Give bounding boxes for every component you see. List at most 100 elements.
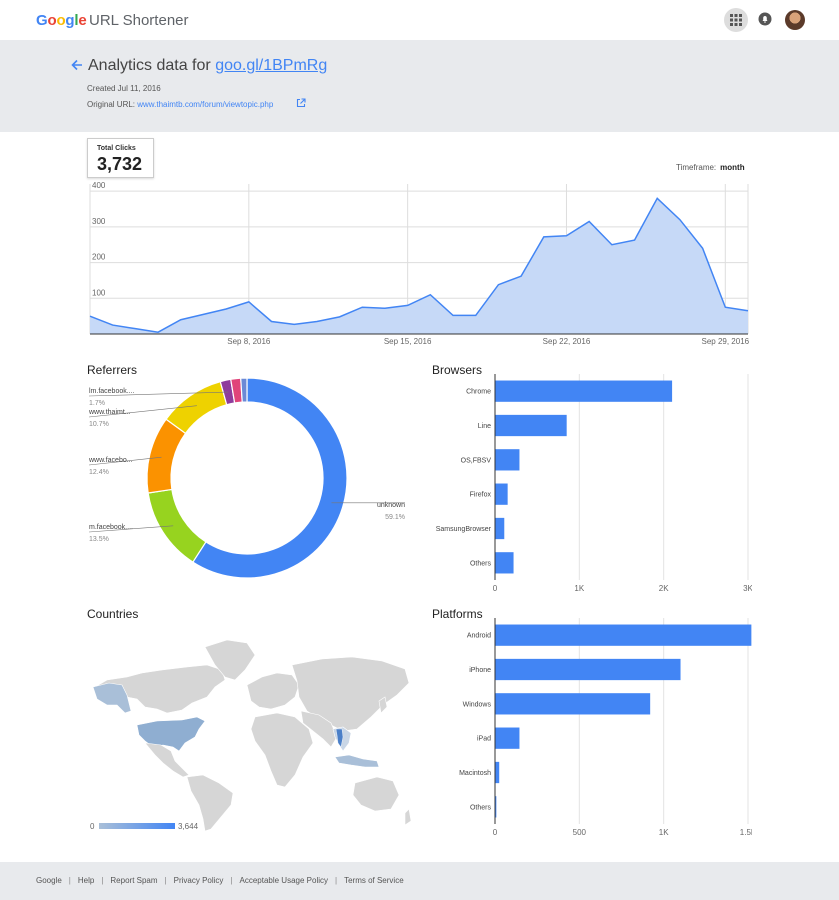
category-label: iPad [477, 736, 491, 743]
x-tick-label: 2K [659, 584, 669, 593]
bar [495, 693, 651, 715]
footer-separator: | [164, 876, 167, 885]
map-indonesia [334, 754, 380, 768]
footer-link[interactable]: Acceptable Usage Policy [240, 876, 329, 885]
timeframe-selector[interactable]: Timeframe: month [676, 163, 745, 172]
back-arrow-icon[interactable] [70, 58, 84, 72]
map-new-zealand [404, 808, 412, 826]
short-url-link[interactable]: goo.gl/1BPmRg [215, 57, 327, 74]
footer-separator: | [101, 876, 104, 885]
footer-links: Google | Help | Report Spam | Privacy Policy | A… [36, 876, 404, 885]
slice-label: m.facebook.... [89, 524, 133, 531]
x-tick-label: Sep 22, 2016 [543, 337, 591, 346]
category-label: Chrome [466, 389, 491, 396]
x-tick-label: 1.5K [740, 828, 752, 837]
original-url-link[interactable]: www.thaimtb.com/forum/viewtopic.php [137, 100, 273, 109]
original-url-label: Original URL: [87, 100, 136, 109]
referrers-title: Referrers [87, 363, 138, 377]
open-external-icon[interactable] [296, 98, 306, 108]
bar [495, 380, 673, 402]
footer-link[interactable]: Terms of Service [344, 876, 404, 885]
google-logo[interactable]: Google [36, 12, 87, 29]
map-mexico-central [144, 742, 190, 778]
category-label: Android [467, 633, 491, 640]
logo-letter: o [56, 12, 66, 29]
x-tick-label: Sep 15, 2016 [384, 337, 432, 346]
donut-slice [147, 488, 207, 563]
apps-grid-icon [730, 14, 742, 26]
page-title: Analytics data for goo.gl/1BPmRg [88, 57, 327, 75]
app-bar: Google URL Shortener [0, 0, 839, 40]
bar [495, 517, 505, 540]
category-label: Macintosh [459, 770, 491, 777]
footer-link[interactable]: Report Spam [110, 876, 157, 885]
slice-pct: 12.4% [89, 469, 109, 476]
bar [495, 414, 567, 437]
map-europe [246, 672, 300, 710]
bar [495, 449, 520, 471]
category-label: Line [478, 423, 491, 430]
slice-label: unknown [377, 502, 405, 509]
total-clicks-card: Total Clicks 3,732 [87, 138, 154, 178]
y-tick-label: 400 [92, 182, 106, 190]
slice-pct: 59.1% [385, 514, 405, 521]
bar [495, 552, 514, 574]
y-tick-label: 300 [92, 217, 106, 226]
timeframe-label: Timeframe: [676, 163, 717, 172]
slice-pct: 10.7% [89, 421, 109, 428]
countries-map[interactable]: 0 3,644 [87, 625, 417, 835]
footer-separator: | [335, 876, 338, 885]
donut-slice [240, 378, 248, 403]
title-prefix: Analytics data for [88, 57, 211, 74]
slice-label: www.thaimt... [88, 409, 131, 416]
x-tick-label: 1K [574, 584, 584, 593]
category-label: iPhone [469, 667, 491, 674]
page-footer: Google | Help | Report Spam | Privacy Policy | A… [0, 862, 839, 900]
notifications-icon[interactable] [758, 12, 772, 26]
browsers-bar-chart: 0 1K 2K 3K Chrome Line OS,FBSV Firefox SamsungBr… [436, 374, 752, 593]
total-clicks-label: Total Clicks [97, 145, 136, 152]
map-legend-gradient [99, 823, 175, 829]
map-legend-min: 0 [90, 822, 95, 831]
x-tick-label: Sep 8, 2016 [227, 337, 271, 346]
x-tick-label: 3K [743, 584, 752, 593]
footer-separator: | [68, 876, 71, 885]
slice-label: lm.facebook.... [89, 388, 135, 395]
category-label: Windows [463, 701, 492, 708]
x-tick-label: 1K [659, 828, 669, 837]
product-name: URL Shortener [89, 12, 189, 29]
bar [495, 761, 500, 784]
slice-pct: 1.7% [89, 400, 105, 407]
original-url: Original URL: www.thaimtb.com/forum/view… [87, 100, 273, 109]
logo-letter: g [65, 12, 75, 29]
footer-link[interactable]: Help [78, 876, 94, 885]
timeframe-value[interactable]: month [720, 163, 744, 172]
category-label: SamsungBrowser [436, 526, 492, 533]
total-clicks-value: 3,732 [97, 154, 143, 174]
footer-link[interactable]: Privacy Policy [174, 876, 224, 885]
map-australia [352, 776, 400, 812]
bar [495, 483, 508, 505]
bar [495, 624, 752, 646]
footer-link[interactable]: Google [36, 876, 62, 885]
apps-grid-button[interactable] [724, 8, 748, 32]
logo-letter: e [78, 12, 87, 29]
referrers-donut-chart: unknown 59.1% m.facebook.... 13.5% www.faceb… [88, 378, 405, 579]
donut-slice [165, 380, 228, 435]
y-tick-label: 100 [92, 288, 106, 297]
bar [495, 727, 520, 749]
map-africa [250, 712, 314, 788]
x-tick-label: Sep 29, 2016 [702, 337, 750, 346]
x-tick-label: 0 [493, 828, 498, 837]
slice-label: www.facebo... [88, 457, 133, 464]
bar [495, 658, 681, 681]
category-label: Others [470, 560, 492, 567]
clicks-over-time-chart: 100 200 300 400 Sep 8, 2016 Sep 15, 2016 Sep 2… [89, 182, 750, 346]
clicks-area [90, 198, 748, 334]
x-tick-label: 500 [573, 828, 587, 837]
logo-letter: o [47, 12, 57, 29]
account-avatar[interactable] [785, 10, 805, 30]
created-date: Created Jul 11, 2016 [87, 84, 161, 93]
platforms-bar-chart: 0 500 1K 1.5K Android iPhone Windows iPad Macint… [459, 618, 752, 837]
y-tick-label: 200 [92, 253, 106, 262]
